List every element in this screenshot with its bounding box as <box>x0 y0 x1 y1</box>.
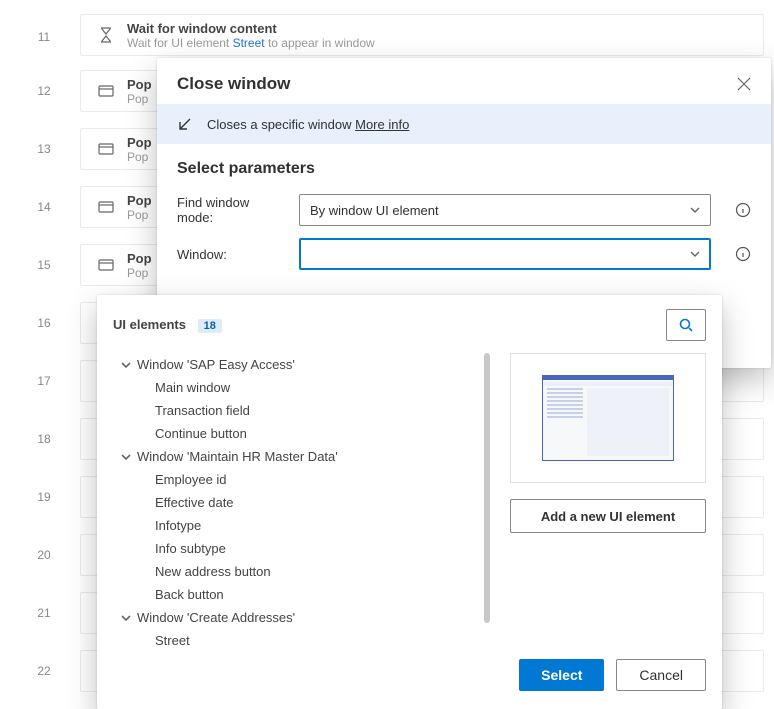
tree-group-label: Window 'Maintain HR Master Data' <box>137 449 338 464</box>
preview-thumbnail <box>542 375 674 461</box>
info-icon[interactable] <box>735 246 751 262</box>
step-title: Pop <box>127 135 152 150</box>
step-number: 21 <box>24 606 64 620</box>
ui-element-link[interactable]: Street <box>233 36 265 50</box>
step-subtitle: Pop <box>127 92 152 106</box>
window-icon <box>95 84 117 98</box>
tree-item[interactable]: City <box>113 652 490 653</box>
arrow-down-left-icon <box>177 116 193 132</box>
step-number: 22 <box>24 664 64 678</box>
step-number: 11 <box>24 30 64 44</box>
chevron-down-icon <box>121 613 131 623</box>
step-subtitle: Pop <box>127 208 152 222</box>
window-icon <box>95 200 117 214</box>
step-title: Pop <box>127 251 152 266</box>
tree-group[interactable]: Window 'Maintain HR Master Data' <box>113 445 490 468</box>
search-icon <box>678 317 694 333</box>
dialog-title: Close window <box>177 74 290 94</box>
tree-item[interactable]: Transaction field <box>113 399 490 422</box>
ui-element-preview <box>510 353 706 483</box>
more-info-link[interactable]: More info <box>355 117 409 132</box>
tree-item[interactable]: Continue button <box>113 422 490 445</box>
hourglass-icon <box>95 27 117 43</box>
step-number: 19 <box>24 490 64 504</box>
chevron-down-icon <box>690 205 700 215</box>
tree-item[interactable]: Main window <box>113 376 490 399</box>
step-number: 17 <box>24 374 64 388</box>
step-number: 12 <box>24 84 64 98</box>
dialog-info-text: Closes a specific window More info <box>207 117 409 132</box>
close-icon[interactable] <box>737 77 751 91</box>
tree-item[interactable]: Employee id <box>113 468 490 491</box>
step-row[interactable]: Wait for window content Wait for UI elem… <box>80 14 764 56</box>
step-number: 14 <box>24 200 64 214</box>
tree-item[interactable]: Effective date <box>113 491 490 514</box>
step-number: 18 <box>24 432 64 446</box>
step-number: 16 <box>24 316 64 330</box>
ui-elements-count-badge: 18 <box>198 319 222 333</box>
window-label: Window: <box>177 247 287 262</box>
tree-item[interactable]: New address button <box>113 560 490 583</box>
select-button[interactable]: Select <box>519 659 604 691</box>
chevron-down-icon <box>121 360 131 370</box>
window-icon <box>95 142 117 156</box>
search-button[interactable] <box>666 309 706 341</box>
find-window-mode-select[interactable]: By window UI element <box>299 194 711 226</box>
dialog-info-banner: Closes a specific window More info <box>157 104 771 144</box>
step-subtitle: Pop <box>127 150 152 164</box>
tree-group-label: Window 'Create Addresses' <box>137 610 295 625</box>
step-subtitle: Wait for UI element Street to appear in … <box>127 36 375 50</box>
info-icon[interactable] <box>735 202 751 218</box>
chevron-down-icon <box>690 249 700 259</box>
step-title: Wait for window content <box>127 21 375 36</box>
step-title: Pop <box>127 193 152 208</box>
tree-group[interactable]: Window 'Create Addresses' <box>113 606 490 629</box>
tree-item[interactable]: Street <box>113 629 490 652</box>
ui-elements-header: UI elements 18 <box>113 317 222 333</box>
find-window-mode-value: By window UI element <box>310 203 439 218</box>
step-title: Pop <box>127 77 152 92</box>
add-ui-element-button[interactable]: Add a new UI element <box>510 499 706 533</box>
scrollbar-thumb[interactable] <box>484 353 490 623</box>
tree-item[interactable]: Info subtype <box>113 537 490 560</box>
step-number: 15 <box>24 258 64 272</box>
tree-item[interactable]: Back button <box>113 583 490 606</box>
ui-element-picker: UI elements 18 Window 'SAP Easy Access' M… <box>97 295 722 709</box>
tree-group[interactable]: Window 'SAP Easy Access' <box>113 353 490 376</box>
tree-group-label: Window 'SAP Easy Access' <box>137 357 295 372</box>
chevron-down-icon <box>121 452 131 462</box>
section-title: Select parameters <box>157 144 771 188</box>
tree-item[interactable]: Infotype <box>113 514 490 537</box>
step-number: 20 <box>24 548 64 562</box>
window-icon <box>95 258 117 272</box>
step-subtitle: Pop <box>127 266 152 280</box>
window-select[interactable] <box>299 238 711 270</box>
step-number: 13 <box>24 142 64 156</box>
find-window-mode-label: Find window mode: <box>177 195 287 225</box>
ui-elements-tree: Window 'SAP Easy Access' Main windowTrans… <box>113 347 490 653</box>
cancel-button[interactable]: Cancel <box>616 659 706 691</box>
